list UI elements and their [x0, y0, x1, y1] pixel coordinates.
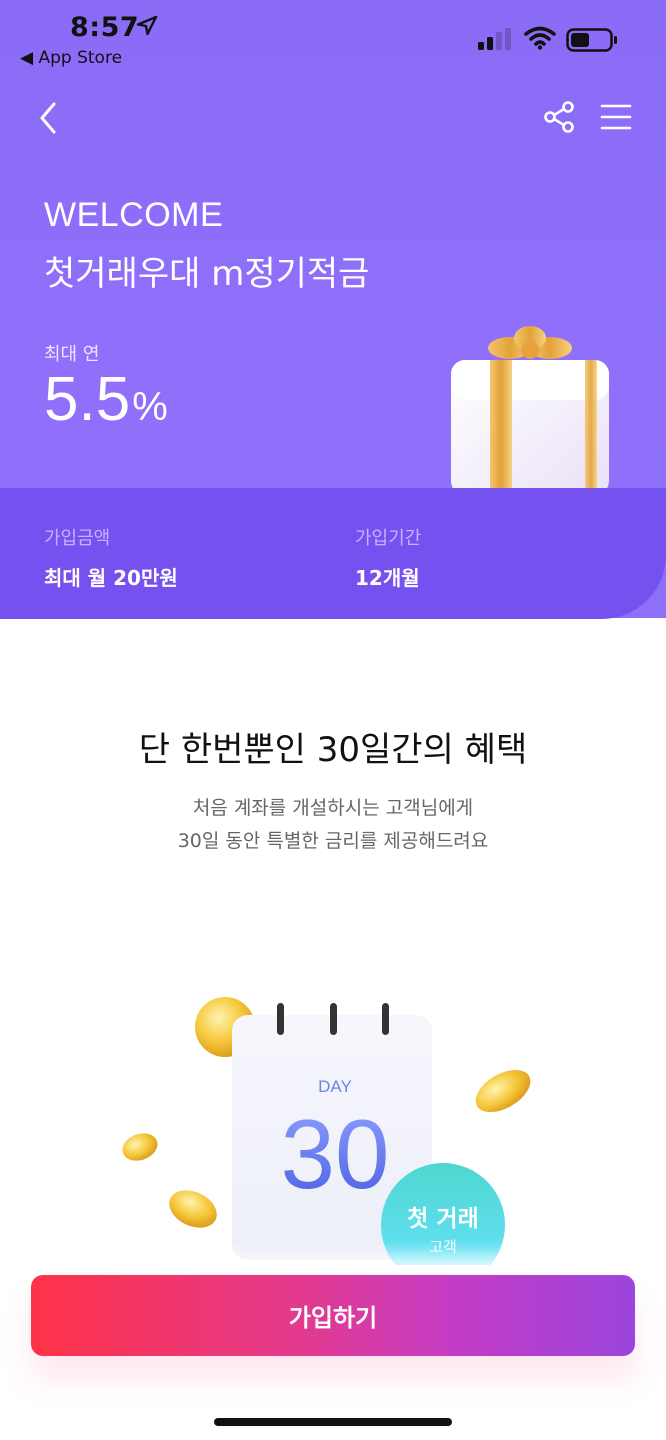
period-value: 12개월 — [355, 566, 420, 590]
coin-icon — [475, 1069, 531, 1113]
period-label: 가입기간 — [355, 528, 422, 549]
calendar-day-label: DAY — [318, 1077, 352, 1096]
cellular-signal-icon — [478, 28, 511, 50]
rate-number: 5.5 — [44, 365, 131, 434]
calendar-illustration: DAY 30 첫 거래 고객 — [122, 997, 531, 1265]
back-chevron-icon[interactable] — [34, 98, 64, 138]
benefit-title: 단 한번뿐인 30일간의 혜택 — [138, 730, 528, 770]
battery-icon — [566, 28, 617, 52]
product-name: 첫거래우대 m정기적금 — [44, 254, 370, 294]
badge-title: 첫 거래 — [407, 1206, 479, 1232]
amount-label: 가입금액 — [44, 528, 111, 549]
hamburger-menu-icon[interactable] — [600, 103, 632, 131]
benefit-description: 처음 계좌를 개설하시는 고객님에게 30일 동안 특별한 금리를 제공해드려요 — [0, 792, 666, 858]
amount-info: 가입금액 최대 월 20만원 — [44, 524, 178, 591]
coin-icon — [122, 1133, 158, 1161]
share-icon[interactable] — [542, 100, 576, 134]
amount-value: 최대 월 20만원 — [44, 566, 178, 590]
home-indicator[interactable] — [214, 1418, 452, 1426]
gift-box-illustration — [451, 326, 609, 490]
signup-button[interactable]: 가입하기 — [31, 1275, 635, 1356]
info-band: 가입금액 최대 월 20만원 가입기간 12개월 — [0, 488, 666, 619]
coin-icon — [169, 1190, 217, 1228]
welcome-heading: WELCOME — [44, 196, 224, 234]
wifi-icon — [524, 26, 556, 50]
benefit-desc-line2: 30일 동안 특별한 금리를 제공해드려요 — [177, 830, 489, 852]
calendar-day-number: 30 — [280, 1099, 389, 1209]
rate-value: 5.5% — [44, 364, 168, 435]
period-info: 가입기간 12개월 — [355, 524, 421, 591]
location-arrow-icon — [136, 15, 158, 36]
benefit-desc-line1: 처음 계좌를 개설하시는 고객님에게 — [192, 797, 474, 819]
back-to-app-store[interactable]: ◀ App Store — [20, 48, 122, 68]
rate-unit: % — [132, 385, 168, 429]
status-time: 8:57 — [70, 12, 140, 43]
status-bar: 8:57 ◀ App Store — [0, 0, 666, 80]
rate-label: 최대 연 — [44, 344, 100, 365]
